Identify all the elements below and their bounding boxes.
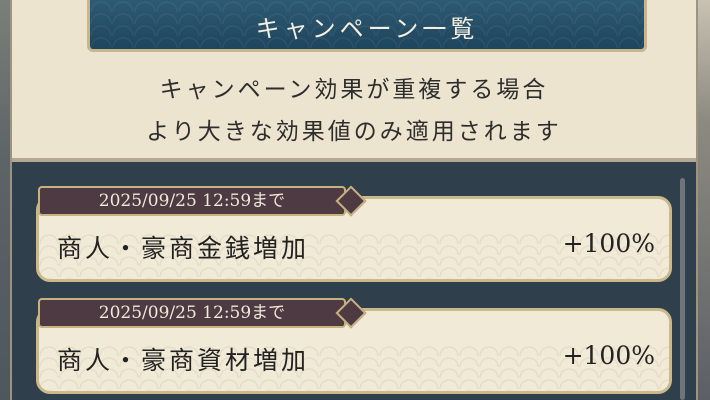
scrollbar[interactable] bbox=[680, 178, 685, 400]
notice-line-1: キャンペーン効果が重複する場合 bbox=[159, 77, 549, 103]
campaign-value: +100% bbox=[562, 229, 655, 258]
campaign-name: 商人・豪商資材増加 bbox=[57, 346, 310, 375]
campaign-deadline-tag: 2025/09/25 12:59まで bbox=[38, 186, 346, 216]
campaign-deadline-tag: 2025/09/25 12:59まで bbox=[38, 298, 346, 328]
title-banner: キャンペーン一覧 bbox=[87, 0, 647, 52]
dialog-title: キャンペーン一覧 bbox=[255, 15, 479, 43]
campaign-value: +100% bbox=[562, 341, 655, 370]
notice-line-2: より大きな効果値のみ適用されます bbox=[146, 119, 562, 145]
campaign-name: 商人・豪商金銭増加 bbox=[57, 234, 310, 263]
